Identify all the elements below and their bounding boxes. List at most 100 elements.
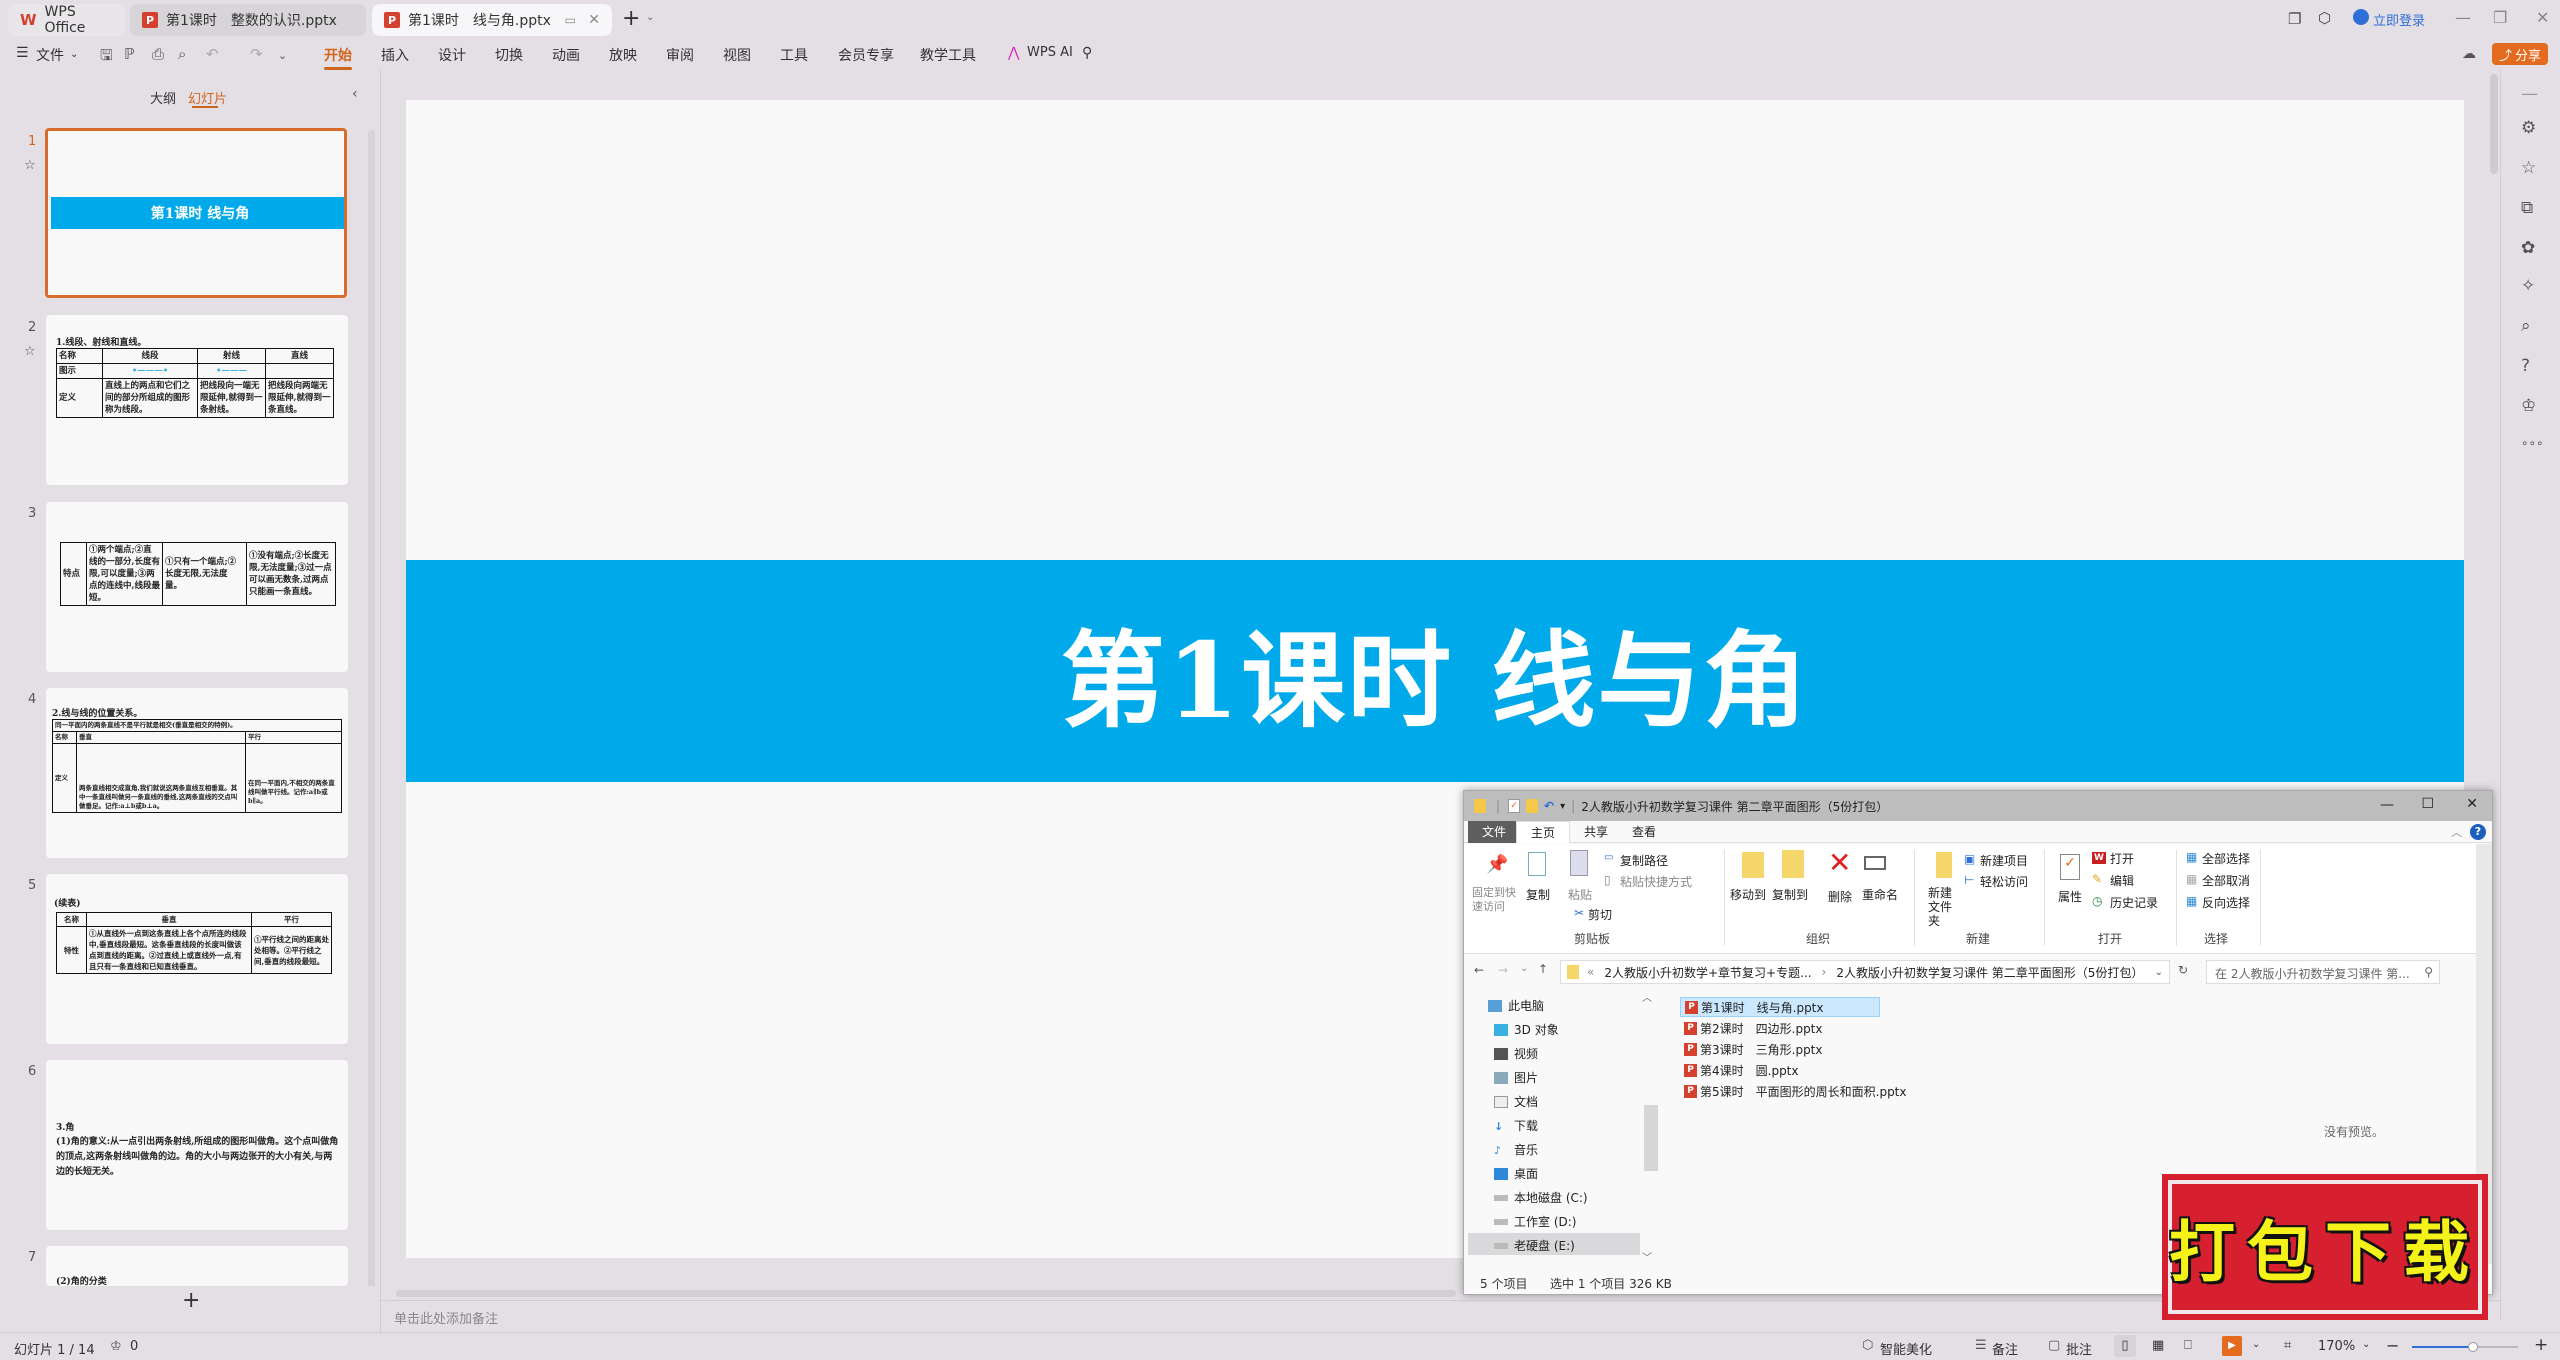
add-slide-button[interactable]: +: [182, 1288, 200, 1313]
breadcrumb-item[interactable]: 2人教版小升初数学复习课件 第二章平面图形（5份打包）: [1836, 964, 2143, 981]
cut-button[interactable]: 剪切: [1588, 906, 1612, 923]
canvas-horizontal-scrollbar[interactable]: [396, 1290, 1456, 1297]
history-button[interactable]: 历史记录: [2110, 894, 2158, 911]
collapse-panel-icon[interactable]: ‹: [352, 86, 358, 102]
nav-item[interactable]: 文档: [1494, 1093, 1538, 1110]
nav-item[interactable]: 3D 对象: [1494, 1021, 1559, 1038]
menu-review[interactable]: 审阅: [666, 45, 694, 65]
template-icon[interactable]: ✿: [2521, 238, 2535, 258]
share-button[interactable]: ⤴ 分享: [2492, 43, 2548, 65]
star-icon[interactable]: ☆: [24, 344, 36, 359]
comment-icon[interactable]: ▢: [2048, 1338, 2060, 1353]
nav-item[interactable]: 老硬盘 (E:): [1494, 1237, 1575, 1254]
tab-view[interactable]: 查看: [1618, 821, 1670, 843]
help-icon[interactable]: ?: [2470, 824, 2486, 840]
address-bar[interactable]: « 2人教版小升初数学+章节复习+专题... › 2人教版小升初数学复习课件 第…: [1560, 960, 2170, 984]
tab-document-1[interactable]: P 第1课时 整数的认识.pptx: [130, 4, 366, 36]
cube-icon[interactable]: ⬡: [2318, 9, 2331, 27]
minimize-icon[interactable]: —: [2455, 8, 2471, 27]
minimize-icon[interactable]: —: [2380, 797, 2394, 813]
easy-access-button[interactable]: 轻松访问: [1980, 873, 2028, 890]
nav-item[interactable]: 图片: [1494, 1069, 1538, 1086]
menu-slideshow[interactable]: 放映: [609, 45, 637, 65]
screen-icon[interactable]: ▭: [565, 13, 576, 27]
new-tab-button[interactable]: +: [622, 6, 640, 31]
nav-item[interactable]: 桌面: [1494, 1165, 1538, 1182]
zoom-slider[interactable]: [2412, 1342, 2518, 1352]
file-row[interactable]: P 第2课时 四边形.pptx: [1680, 1018, 1827, 1038]
tab-home[interactable]: 主页: [1516, 821, 1571, 843]
menu-teaching-tools[interactable]: 教学工具: [920, 45, 976, 65]
copy-path-button[interactable]: 复制路径: [1620, 852, 1668, 869]
open-button[interactable]: 打开: [2110, 850, 2134, 867]
more-chevron-icon[interactable]: ⌄: [278, 49, 287, 62]
login-link[interactable]: 立即登录: [2373, 10, 2425, 29]
properties-icon[interactable]: ⚙: [2521, 118, 2536, 138]
edit-button[interactable]: 编辑: [2110, 872, 2134, 889]
nav-item[interactable]: ♪ 音乐: [1494, 1141, 1538, 1158]
properties-button[interactable]: 属性: [2058, 888, 2082, 905]
search-input[interactable]: 在 2人教版小升初数学复习课件 第... ⚲: [2206, 960, 2440, 984]
copy-button[interactable]: 复制: [1526, 886, 1550, 903]
tab-slides[interactable]: 幻灯片: [188, 88, 227, 107]
theme-icon[interactable]: ♔: [110, 1339, 122, 1354]
zoom-out-icon[interactable]: −: [2386, 1336, 2399, 1355]
menu-start[interactable]: 开始: [324, 45, 352, 70]
rename-button[interactable]: 重命名: [1862, 886, 1898, 903]
chevron-down-icon[interactable]: ⌄: [646, 12, 654, 23]
notes-button[interactable]: 备注: [1992, 1339, 2018, 1358]
undo-icon[interactable]: ↶: [206, 45, 219, 63]
invert-selection-button[interactable]: 反向选择: [2202, 894, 2250, 911]
nav-item[interactable]: ↓ 下载: [1494, 1117, 1538, 1134]
zoom-in-icon[interactable]: +: [2534, 1335, 2548, 1355]
slide-thumbnail-1[interactable]: 第1课时 线与角: [45, 128, 347, 298]
tab-outline[interactable]: 大纲: [150, 88, 176, 107]
tab-share[interactable]: 共享: [1570, 821, 1622, 843]
pin-quick-access-button[interactable]: 固定到快速访问: [1472, 886, 1522, 914]
menu-insert[interactable]: 插入: [381, 45, 409, 65]
search-icon[interactable]: ⚲: [1082, 45, 1092, 61]
menu-animation[interactable]: 动画: [552, 45, 580, 65]
save-icon[interactable]: 🖫: [100, 45, 113, 70]
fit-window-icon[interactable]: ⌗: [2284, 1338, 2291, 1353]
paste-button[interactable]: 粘贴: [1568, 886, 1592, 903]
menu-file[interactable]: 文件: [36, 45, 64, 65]
chevron-down-icon[interactable]: ⌄: [2252, 1339, 2260, 1350]
address-dropdown-icon[interactable]: ⌄: [2155, 967, 2163, 978]
print-icon[interactable]: ⎙: [152, 45, 164, 63]
beautify-icon[interactable]: ⬡: [1862, 1338, 1873, 1353]
annotate-button[interactable]: 批注: [2066, 1339, 2092, 1358]
chevron-down-icon[interactable]: ⌄: [2362, 1339, 2370, 1350]
copy-to-button[interactable]: 复制到: [1772, 886, 1808, 903]
file-row[interactable]: P 第5课时 平面图形的周长和面积.pptx: [1680, 1081, 1911, 1101]
format-painter-icon[interactable]: ℙ: [124, 45, 135, 63]
slide-thumbnail-7[interactable]: (2)角的分类: [46, 1246, 348, 1286]
select-all-button[interactable]: 全部选择: [2202, 850, 2250, 867]
select-none-button[interactable]: 全部取消: [2202, 872, 2250, 889]
properties-quick-icon[interactable]: ✓: [1508, 799, 1521, 813]
collapse-ribbon-icon[interactable]: ︿: [2451, 824, 2462, 840]
notes-icon[interactable]: ☰: [1975, 1338, 1987, 1353]
new-folder-quick-icon[interactable]: [1526, 799, 1539, 813]
slide-title[interactable]: 第1课时 线与角: [1061, 596, 1810, 747]
slide-thumbnail-4[interactable]: 2.线与线的位置关系。 同一平面内的两条直线不是平行就是相交(垂直是相交的特例)…: [46, 688, 348, 858]
file-row[interactable]: P 第1课时 线与角.pptx: [1680, 997, 1880, 1017]
slide-thumbnail-5[interactable]: (续表) 名称 垂直 平行 特性 ①从直线外一点到这条直线上各个点所连的线段中,垂直线…: [46, 874, 348, 1044]
file-row[interactable]: P 第3课时 三角形.pptx: [1680, 1039, 1827, 1059]
scroll-up-icon[interactable]: ︿: [1642, 989, 1652, 1004]
tab-wps-office[interactable]: W WPS Office: [8, 4, 126, 36]
up-icon[interactable]: ↑: [1538, 962, 1548, 976]
maximize-icon[interactable]: ☐: [2421, 796, 2434, 812]
nav-item[interactable]: 视频: [1494, 1045, 1538, 1062]
delete-button[interactable]: 删除: [1828, 888, 1852, 905]
close-window-icon[interactable]: ✕: [2536, 8, 2549, 27]
zoom-slider-handle[interactable]: [2468, 1342, 2479, 1352]
book-search-icon[interactable]: ⌕: [2521, 316, 2531, 336]
download-stamp-banner[interactable]: 打包下载: [2160, 1172, 2490, 1322]
recent-dropdown-icon[interactable]: ⌄: [1520, 963, 1528, 974]
breadcrumb-item[interactable]: 2人教版小升初数学+章节复习+专题...: [1604, 964, 1811, 981]
panel-scrollbar[interactable]: [368, 130, 375, 1310]
grid-view-icon[interactable]: ▦: [2152, 1338, 2164, 1353]
back-icon[interactable]: ←: [1474, 963, 1484, 977]
transition-icon[interactable]: ⧉: [2521, 198, 2533, 218]
